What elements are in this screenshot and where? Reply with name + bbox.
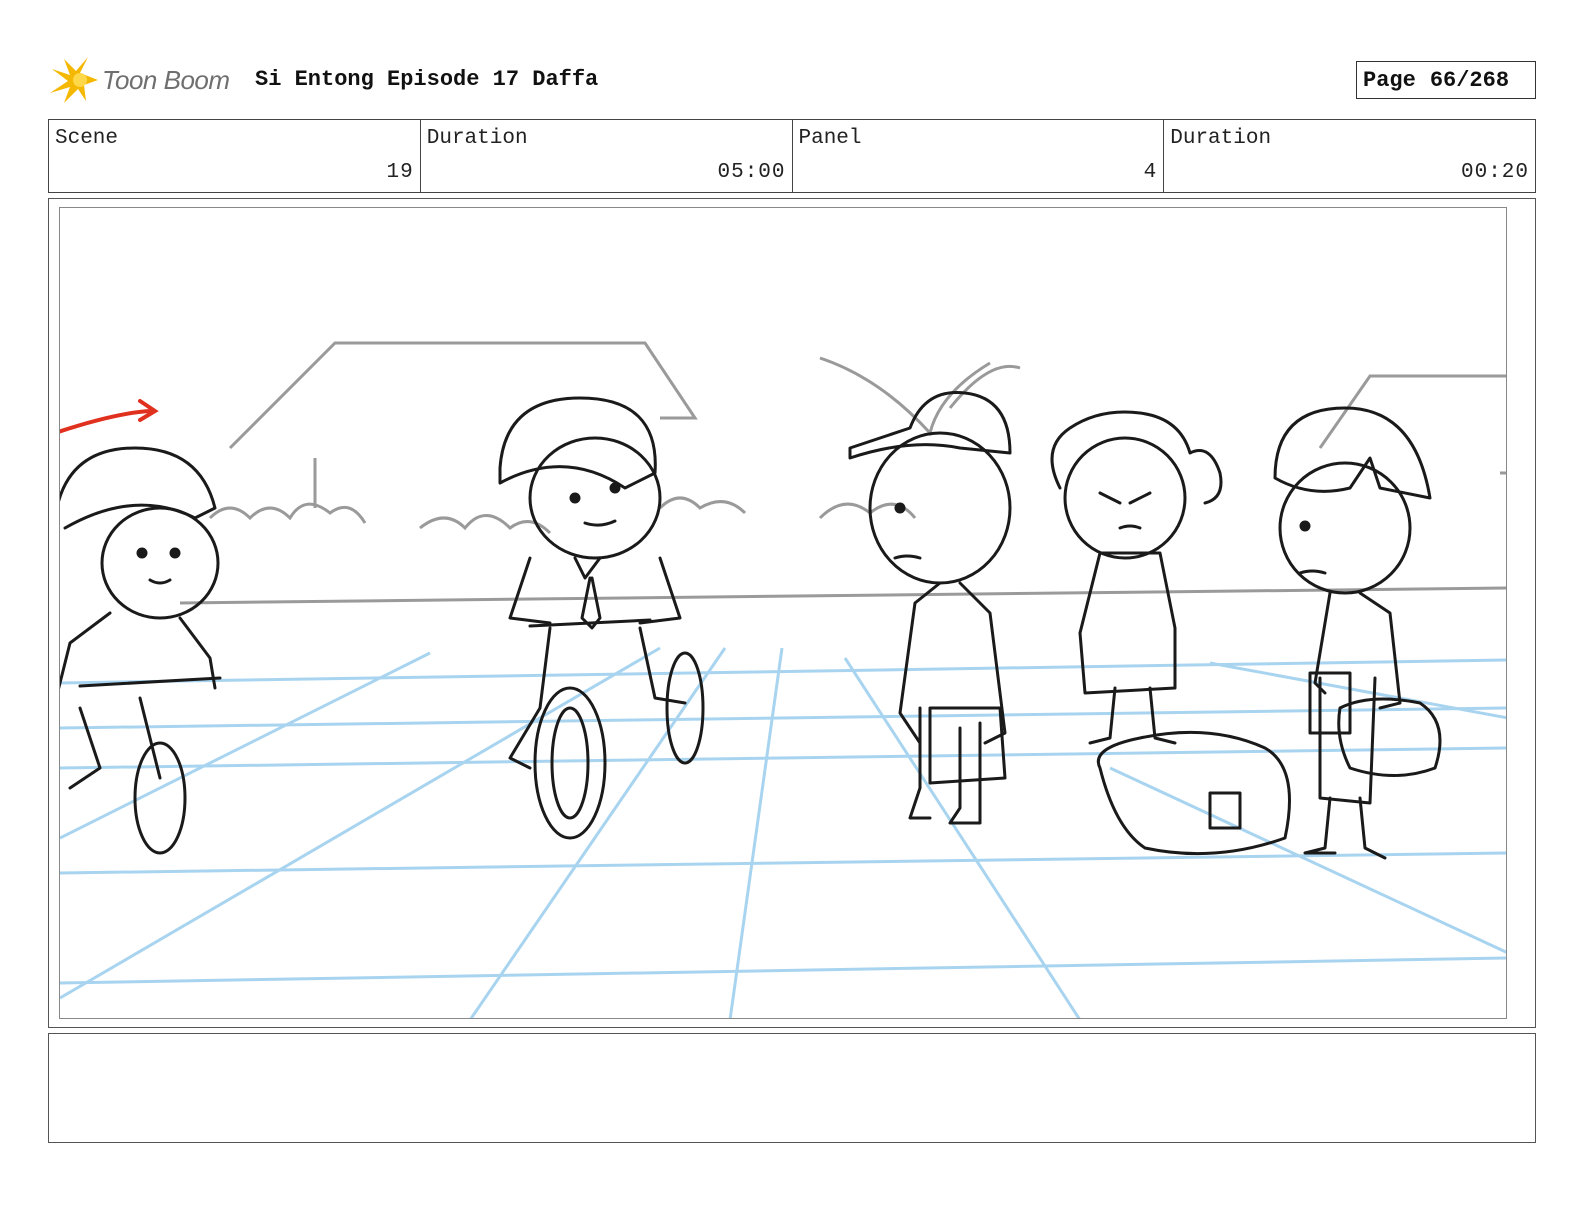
scene-info-table: Scene 19 Duration 05:00 Panel 4 Duration…: [48, 119, 1536, 193]
panel-notes-box: [48, 1033, 1536, 1143]
document-title: Si Entong Episode 17 Daffa: [255, 67, 599, 92]
motion-arrow: [60, 399, 159, 434]
starburst-icon: [50, 57, 98, 103]
sketch-drawing: [60, 341, 1506, 1018]
scene-label: Scene: [55, 127, 119, 150]
characters: [60, 390, 1442, 860]
panel-duration-label: Duration: [1170, 127, 1272, 150]
panel-duration-cell: Duration 00:20: [1164, 120, 1535, 192]
storyboard-drawing: [59, 207, 1507, 1019]
perspective-grid: [60, 646, 1506, 1018]
scene-duration-value: 05:00: [717, 161, 786, 184]
page-label: Page: [1363, 67, 1416, 93]
page-indicator: Page 66/268: [1356, 61, 1536, 99]
scene-duration-cell: Duration 05:00: [421, 120, 793, 192]
panel-duration-value: 00:20: [1460, 161, 1529, 184]
storyboard-header: Toon Boom Si Entong Episode 17 Daffa Pag…: [50, 55, 1536, 105]
logo-text: Toon Boom: [102, 65, 230, 95]
panel-value: 4: [1143, 161, 1158, 184]
scene-duration-label: Duration: [426, 127, 528, 150]
scene-cell: Scene 19: [49, 120, 421, 192]
scene-value: 19: [386, 161, 414, 184]
panel-label: Panel: [798, 127, 862, 150]
toon-boom-logo: Toon Boom: [50, 55, 240, 105]
page-number: 66/268: [1429, 67, 1510, 93]
storyboard-panel-frame: [48, 198, 1536, 1028]
panel-cell: Panel 4: [793, 120, 1165, 192]
